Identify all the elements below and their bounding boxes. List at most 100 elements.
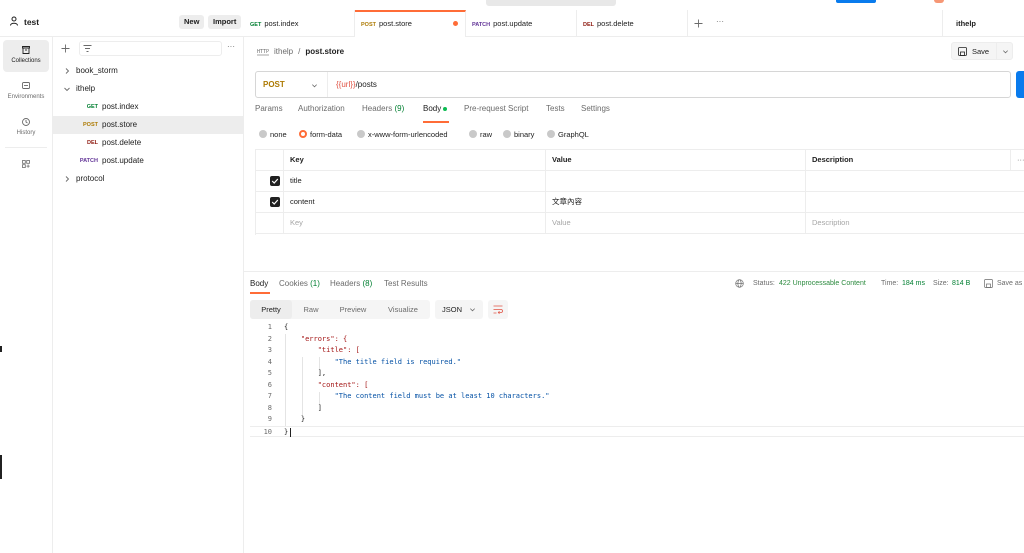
divider xyxy=(996,43,997,59)
tab-headers[interactable]: Headers (9) xyxy=(362,104,404,113)
save-button[interactable]: Save xyxy=(951,42,1013,60)
tab-post-store[interactable]: POST post.store xyxy=(355,10,466,37)
tree-item-post-delete[interactable]: DEL post.delete xyxy=(53,134,244,152)
send-button[interactable] xyxy=(1016,71,1024,98)
tree-item-post-update[interactable]: PATCH post.update xyxy=(53,152,244,170)
breadcrumb-parent[interactable]: ithelp xyxy=(274,47,293,56)
tab-settings[interactable]: Settings xyxy=(581,104,610,113)
more-icon[interactable]: ··· xyxy=(1010,150,1024,170)
view-preview[interactable]: Preview xyxy=(330,300,376,319)
cell-value[interactable] xyxy=(545,171,805,191)
response-body-code[interactable]: 1 { 2 "errors": { 3 "title": [ 4 "The ti… xyxy=(250,322,1024,442)
method-badge: POST xyxy=(361,22,376,28)
row-checkbox[interactable] xyxy=(270,197,280,207)
radio-raw[interactable]: raw xyxy=(469,130,492,139)
body-active-dot xyxy=(443,106,448,111)
view-raw[interactable]: Raw xyxy=(292,300,330,319)
key-placeholder[interactable]: Key xyxy=(283,213,545,233)
search-input[interactable] xyxy=(79,41,222,56)
save-icon xyxy=(984,279,993,288)
status-value[interactable]: 422 Unprocessable Content xyxy=(779,280,866,287)
cell-key[interactable]: title xyxy=(283,171,545,191)
radio-form-data[interactable]: form-data xyxy=(299,130,342,139)
cell-description[interactable] xyxy=(805,192,1024,212)
tab-label: post.index xyxy=(264,19,299,28)
tab-tests[interactable]: Tests xyxy=(546,104,565,113)
tree-item-book-storm[interactable]: book_storm xyxy=(53,62,244,80)
tab-post-update[interactable]: PATCH post.update xyxy=(466,10,577,37)
url-input[interactable]: {{url}}/posts xyxy=(336,72,377,97)
row-checkbox[interactable] xyxy=(270,176,280,186)
top-search-bar-remnant[interactable] xyxy=(486,0,616,6)
chevron-right-icon xyxy=(65,68,70,74)
tree-item-label: post.store xyxy=(102,120,138,129)
save-icon xyxy=(958,47,967,56)
tree-item-ithelp[interactable]: ithelp xyxy=(53,80,244,98)
response-divider[interactable] xyxy=(244,271,1024,272)
code-line: 8 ] xyxy=(250,403,1024,415)
environments-icon xyxy=(22,82,30,89)
cell-description[interactable] xyxy=(805,171,1024,191)
more-tabs-icon[interactable]: ··· xyxy=(716,17,724,26)
breadcrumb-current: post.store xyxy=(305,46,345,56)
line-number: 10 xyxy=(263,427,272,436)
tree-item-protocol[interactable]: protocol xyxy=(53,170,244,188)
rail-item-history[interactable]: History xyxy=(3,112,49,144)
tree-item-post-index[interactable]: GET post.index xyxy=(53,98,244,116)
table-border xyxy=(255,150,256,235)
workspace-name: test xyxy=(24,17,40,27)
chevron-right-icon xyxy=(65,176,70,182)
url-variable: {{url}} xyxy=(336,80,356,89)
wrap-lines-button[interactable] xyxy=(488,300,508,319)
cell-key[interactable]: content xyxy=(283,192,545,212)
cell-value[interactable]: 文章內容 xyxy=(545,192,805,212)
rail-item-apps[interactable] xyxy=(3,151,49,177)
user-icon xyxy=(10,16,18,26)
rail-item-environments[interactable]: Environments xyxy=(3,76,49,108)
time-value[interactable]: 184 ms xyxy=(902,280,925,287)
more-icon[interactable]: ··· xyxy=(227,42,235,51)
tab-prerequest-script[interactable]: Pre-request Script xyxy=(464,104,528,113)
rail-item-collections[interactable]: Collections xyxy=(3,40,49,72)
tab-post-delete[interactable]: DEL post.delete xyxy=(577,10,688,37)
tab-response-headers[interactable]: Headers (8) xyxy=(330,279,372,288)
method-select[interactable]: POST xyxy=(256,72,328,97)
chevron-down-icon[interactable] xyxy=(1002,48,1009,55)
import-button[interactable]: Import xyxy=(208,15,242,29)
radio-label: form-data xyxy=(310,130,343,139)
tab-headers-count: (9) xyxy=(394,104,405,113)
new-button[interactable]: New xyxy=(179,15,205,29)
tree-item-label: post.update xyxy=(102,156,144,165)
active-tab-underline xyxy=(250,292,270,294)
avatar[interactable] xyxy=(934,0,944,3)
code-text: } xyxy=(284,415,306,423)
tab-body[interactable]: Body xyxy=(423,104,448,113)
add-icon[interactable] xyxy=(61,44,70,53)
format-select[interactable]: JSON xyxy=(435,300,483,319)
code-line: 7 "The content field must be at least 10… xyxy=(250,391,1024,403)
top-button-remnant[interactable] xyxy=(836,0,876,3)
description-placeholder[interactable]: Description xyxy=(805,213,1024,233)
view-visualize[interactable]: Visualize xyxy=(376,300,430,319)
globe-icon[interactable] xyxy=(735,279,744,288)
new-tab-icon[interactable] xyxy=(694,19,703,28)
code-line: 9 } xyxy=(250,414,1024,426)
view-pretty[interactable]: Pretty xyxy=(250,300,292,319)
radio-graphql[interactable]: GraphQL xyxy=(547,130,589,139)
radio-none[interactable]: none xyxy=(259,130,287,139)
tab-params[interactable]: Params xyxy=(255,104,283,113)
radio-urlencoded[interactable]: x-www-form-urlencoded xyxy=(357,130,448,139)
radio-binary[interactable]: binary xyxy=(503,130,534,139)
tab-response-body[interactable]: Body xyxy=(250,279,268,288)
tab-response-cookies[interactable]: Cookies (1) xyxy=(279,279,320,288)
value-placeholder[interactable]: Value xyxy=(545,213,805,233)
text-cursor xyxy=(290,427,291,437)
save-as-button[interactable]: Save as xyxy=(997,280,1024,287)
tab-post-index[interactable]: GET post.index xyxy=(244,10,355,37)
tab-label: post.store xyxy=(378,19,412,28)
tab-test-results[interactable]: Test Results xyxy=(384,279,428,288)
environment-selector[interactable]: ithelp xyxy=(956,19,976,28)
size-value[interactable]: 814 B xyxy=(952,280,970,287)
tab-authorization[interactable]: Authorization xyxy=(298,104,345,113)
tree-item-post-store[interactable]: POST post.store xyxy=(53,116,244,134)
